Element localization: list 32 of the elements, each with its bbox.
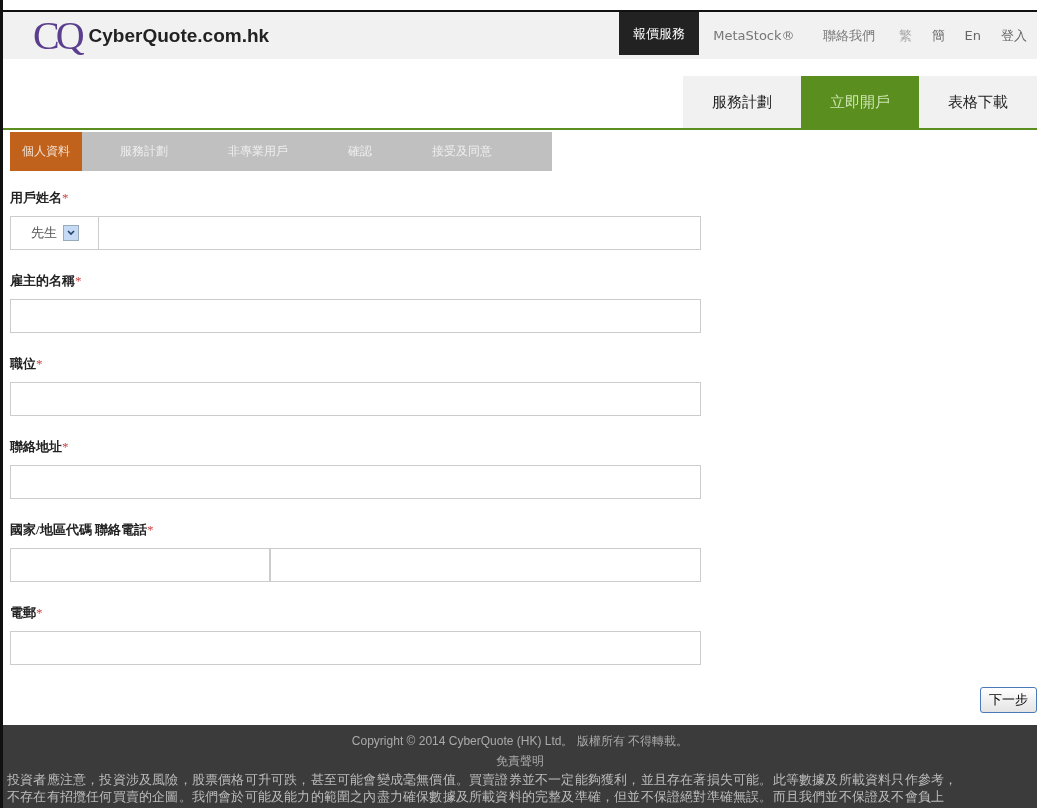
site-name: CyberQuote.com.hk — [88, 24, 270, 47]
caret-icon — [62, 224, 79, 241]
input-field[interactable] — [98, 215, 701, 250]
nav-link[interactable]: MetaStock® — [699, 12, 809, 60]
field-label: 雇主的名稱* — [10, 271, 83, 290]
field-label: 職位* — [10, 354, 44, 373]
input-field[interactable] — [10, 547, 270, 582]
title-select[interactable]: 先生 — [10, 215, 98, 250]
logo-mark: CQ — [33, 15, 81, 56]
field-label: 聯絡地址* — [10, 437, 70, 456]
menu-tab[interactable]: 服務計劃 — [683, 76, 801, 129]
nav-link[interactable]: 報價服務 — [619, 12, 700, 56]
next-button[interactable]: 下一步 — [980, 686, 1037, 713]
copyright-text: Copyright © 2014 CyberQuote (HK) Ltd。 版權所有 不得轉載。 — [351, 732, 689, 750]
input-field[interactable] — [270, 547, 701, 582]
input-field[interactable] — [10, 298, 701, 333]
nav-link[interactable]: 聯絡我們 — [808, 12, 889, 60]
language-link[interactable]: 簡 — [921, 12, 955, 60]
menu-tab[interactable]: 立即開戶 — [801, 76, 919, 129]
disclaimer-link[interactable]: 免責聲明 — [496, 750, 544, 771]
login-link[interactable]: 登入 — [991, 12, 1037, 60]
field-label: 電郵* — [10, 603, 44, 622]
menu-tab[interactable]: 表格下載 — [919, 76, 1037, 129]
input-field[interactable] — [10, 381, 701, 416]
disclaimer-text: 投資者應注意，投資涉及風險，股票價格可升可跌，甚至可能會變成毫無價值。買賣證券並不一定能夠獲利，並且存在著損失可能。此等數據及所載資料只作參考， — [6, 770, 958, 788]
input-field[interactable] — [10, 464, 701, 499]
disclaimer-text: 不存在有招攬任何買賣的企圖。我們會於可能及能力的範圍之內盡力確保數據及所載資料的完整及準確，但並不保證絕對準確無誤。而且我們並不保證及不會負上 — [6, 787, 945, 805]
step-tab[interactable]: 個人資料 — [10, 132, 82, 171]
field-label: 用戶姓名* — [10, 188, 70, 207]
input-field[interactable] — [10, 630, 701, 665]
language-link[interactable]: En — [954, 12, 991, 60]
field-label: 國家/地區代碼 聯絡電話* — [10, 520, 155, 539]
